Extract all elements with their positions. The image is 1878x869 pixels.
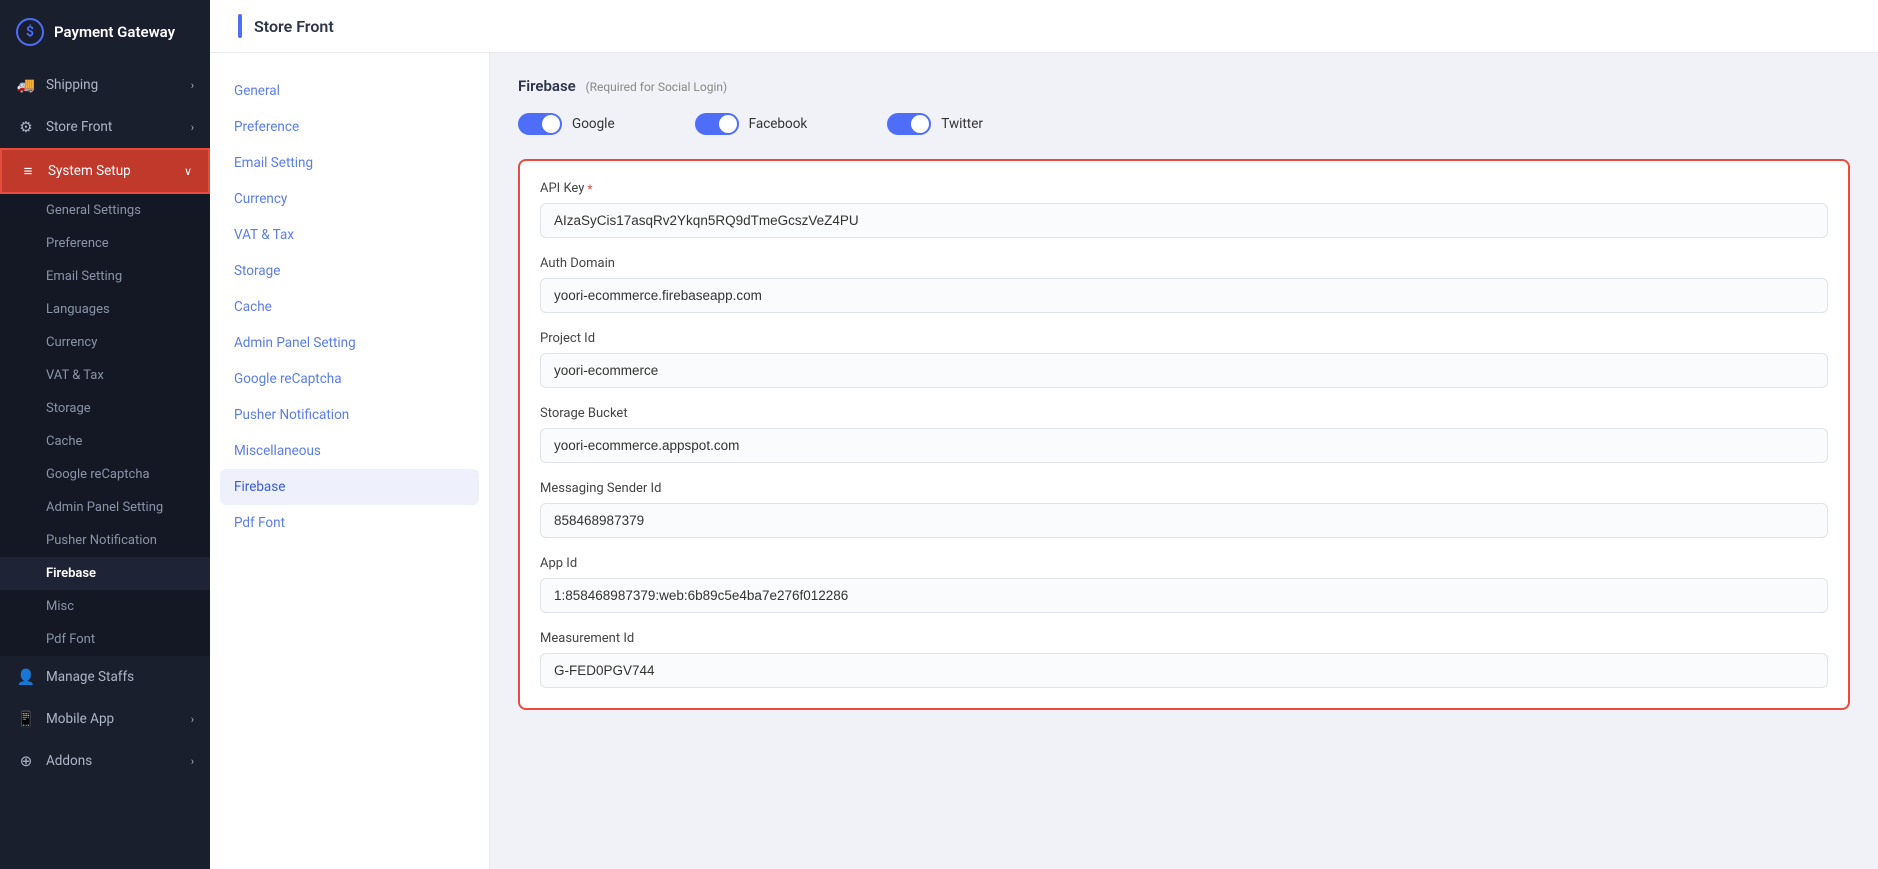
- google-toggle-item: Google: [518, 113, 615, 135]
- dollar-icon: $: [16, 18, 44, 46]
- secondary-nav-email-setting[interactable]: Email Setting: [210, 145, 489, 181]
- secondary-nav-pdf-font[interactable]: Pdf Font: [210, 505, 489, 541]
- secondary-nav-miscellaneous[interactable]: Miscellaneous: [210, 433, 489, 469]
- firebase-title: Firebase: [518, 77, 576, 95]
- sidebar-item-system-setup[interactable]: ≡ System Setup ∨: [0, 148, 210, 194]
- measurement-id-input[interactable]: [540, 653, 1828, 688]
- secondary-nav-firebase[interactable]: Firebase: [220, 469, 479, 505]
- addons-icon: ⊕: [16, 751, 36, 771]
- sidebar-logo-title: Payment Gateway: [54, 23, 175, 41]
- submenu-misc[interactable]: Misc: [0, 590, 210, 623]
- main-area: Store Front General Preference Email Set…: [210, 0, 1878, 869]
- sidebar-item-store-front-label: Store Front: [46, 119, 112, 135]
- submenu-general-settings[interactable]: General Settings: [0, 194, 210, 227]
- header-accent-bar: [238, 14, 242, 38]
- submenu-email-setting[interactable]: Email Setting: [0, 260, 210, 293]
- sidebar-item-shipping[interactable]: 🚚 Shipping ›: [0, 64, 210, 106]
- page-header: Store Front: [210, 0, 1878, 53]
- sidebar-item-addons[interactable]: ⊕ Addons ›: [0, 740, 210, 782]
- measurement-id-label: Measurement Id: [540, 631, 1828, 646]
- sidebar-item-mobile-app-label: Mobile App: [46, 711, 114, 727]
- app-id-field: App Id: [540, 556, 1828, 613]
- sidebar-item-system-setup-label: System Setup: [48, 163, 131, 179]
- submenu-storage[interactable]: Storage: [0, 392, 210, 425]
- google-toggle[interactable]: [518, 113, 562, 135]
- submenu-currency[interactable]: Currency: [0, 326, 210, 359]
- submenu-pdf-font[interactable]: Pdf Font: [0, 623, 210, 656]
- api-key-label: API Key *: [540, 181, 1828, 196]
- messaging-sender-id-label: Messaging Sender Id: [540, 481, 1828, 496]
- app-id-label: App Id: [540, 556, 1828, 571]
- firebase-subtitle: (Required for Social Login): [586, 80, 728, 94]
- submenu-preference[interactable]: Preference: [0, 227, 210, 260]
- firebase-section-header: Firebase (Required for Social Login): [518, 77, 1850, 95]
- twitter-toggle-item: Twitter: [887, 113, 983, 135]
- secondary-nav-admin-panel-setting[interactable]: Admin Panel Setting: [210, 325, 489, 361]
- secondary-nav-cache[interactable]: Cache: [210, 289, 489, 325]
- measurement-id-field: Measurement Id: [540, 631, 1828, 688]
- twitter-toggle[interactable]: [887, 113, 931, 135]
- auth-domain-field: Auth Domain: [540, 256, 1828, 313]
- facebook-toggle[interactable]: [695, 113, 739, 135]
- storage-bucket-label: Storage Bucket: [540, 406, 1828, 421]
- facebook-toggle-label: Facebook: [749, 116, 808, 132]
- messaging-sender-id-field: Messaging Sender Id: [540, 481, 1828, 538]
- api-key-input[interactable]: [540, 203, 1828, 238]
- auth-domain-label: Auth Domain: [540, 256, 1828, 271]
- firebase-form-box: API Key * Auth Domain Project Id: [518, 159, 1850, 710]
- submenu-pusher-notification[interactable]: Pusher Notification: [0, 524, 210, 557]
- api-key-required: *: [587, 182, 592, 196]
- firebase-toggle-row: Google Facebook Twitter: [518, 113, 1850, 135]
- chevron-right-icon-2: ›: [191, 121, 194, 134]
- secondary-nav-vat-tax[interactable]: VAT & Tax: [210, 217, 489, 253]
- submenu-google-recaptcha[interactable]: Google reCaptcha: [0, 458, 210, 491]
- submenu-vat-tax[interactable]: VAT & Tax: [0, 359, 210, 392]
- chevron-right-icon-4: ›: [191, 755, 194, 768]
- facebook-toggle-item: Facebook: [695, 113, 808, 135]
- page-title: Store Front: [254, 17, 334, 36]
- main-content: Firebase (Required for Social Login) Goo…: [490, 53, 1878, 869]
- sidebar-item-store-front[interactable]: ⚙ Store Front ›: [0, 106, 210, 148]
- content-wrapper: General Preference Email Setting Currenc…: [210, 53, 1878, 869]
- submenu-admin-panel-setting[interactable]: Admin Panel Setting: [0, 491, 210, 524]
- secondary-nav: General Preference Email Setting Currenc…: [210, 53, 490, 869]
- sidebar: $ Payment Gateway 🚚 Shipping › ⚙ Store F…: [0, 0, 210, 869]
- app-id-input[interactable]: [540, 578, 1828, 613]
- mobile-app-icon: 📱: [16, 709, 36, 729]
- messaging-sender-id-input[interactable]: [540, 503, 1828, 538]
- project-id-label: Project Id: [540, 331, 1828, 346]
- chevron-right-icon: ›: [191, 79, 194, 92]
- chevron-right-icon-3: ›: [191, 713, 194, 726]
- submenu-cache[interactable]: Cache: [0, 425, 210, 458]
- sidebar-item-shipping-label: Shipping: [46, 77, 98, 93]
- system-setup-submenu: General Settings Preference Email Settin…: [0, 194, 210, 656]
- system-setup-icon: ≡: [18, 161, 38, 181]
- api-key-field: API Key *: [540, 181, 1828, 238]
- store-front-icon: ⚙: [16, 117, 36, 137]
- secondary-nav-storage[interactable]: Storage: [210, 253, 489, 289]
- auth-domain-input[interactable]: [540, 278, 1828, 313]
- submenu-firebase[interactable]: Firebase: [0, 557, 210, 590]
- sidebar-item-addons-label: Addons: [46, 753, 92, 769]
- submenu-languages[interactable]: Languages: [0, 293, 210, 326]
- secondary-nav-google-recaptcha[interactable]: Google reCaptcha: [210, 361, 489, 397]
- storage-bucket-field: Storage Bucket: [540, 406, 1828, 463]
- chevron-down-icon: ∨: [184, 165, 192, 178]
- shipping-icon: 🚚: [16, 75, 36, 95]
- twitter-toggle-label: Twitter: [941, 116, 983, 132]
- sidebar-item-mobile-app[interactable]: 📱 Mobile App ›: [0, 698, 210, 740]
- project-id-field: Project Id: [540, 331, 1828, 388]
- secondary-nav-pusher-notification[interactable]: Pusher Notification: [210, 397, 489, 433]
- sidebar-item-manage-staffs-label: Manage Staffs: [46, 669, 134, 685]
- google-toggle-label: Google: [572, 116, 615, 132]
- secondary-nav-general[interactable]: General: [210, 73, 489, 109]
- project-id-input[interactable]: [540, 353, 1828, 388]
- manage-staffs-icon: 👤: [16, 667, 36, 687]
- secondary-nav-currency[interactable]: Currency: [210, 181, 489, 217]
- secondary-nav-preference[interactable]: Preference: [210, 109, 489, 145]
- storage-bucket-input[interactable]: [540, 428, 1828, 463]
- sidebar-item-manage-staffs[interactable]: 👤 Manage Staffs: [0, 656, 210, 698]
- sidebar-logo: $ Payment Gateway: [0, 0, 210, 64]
